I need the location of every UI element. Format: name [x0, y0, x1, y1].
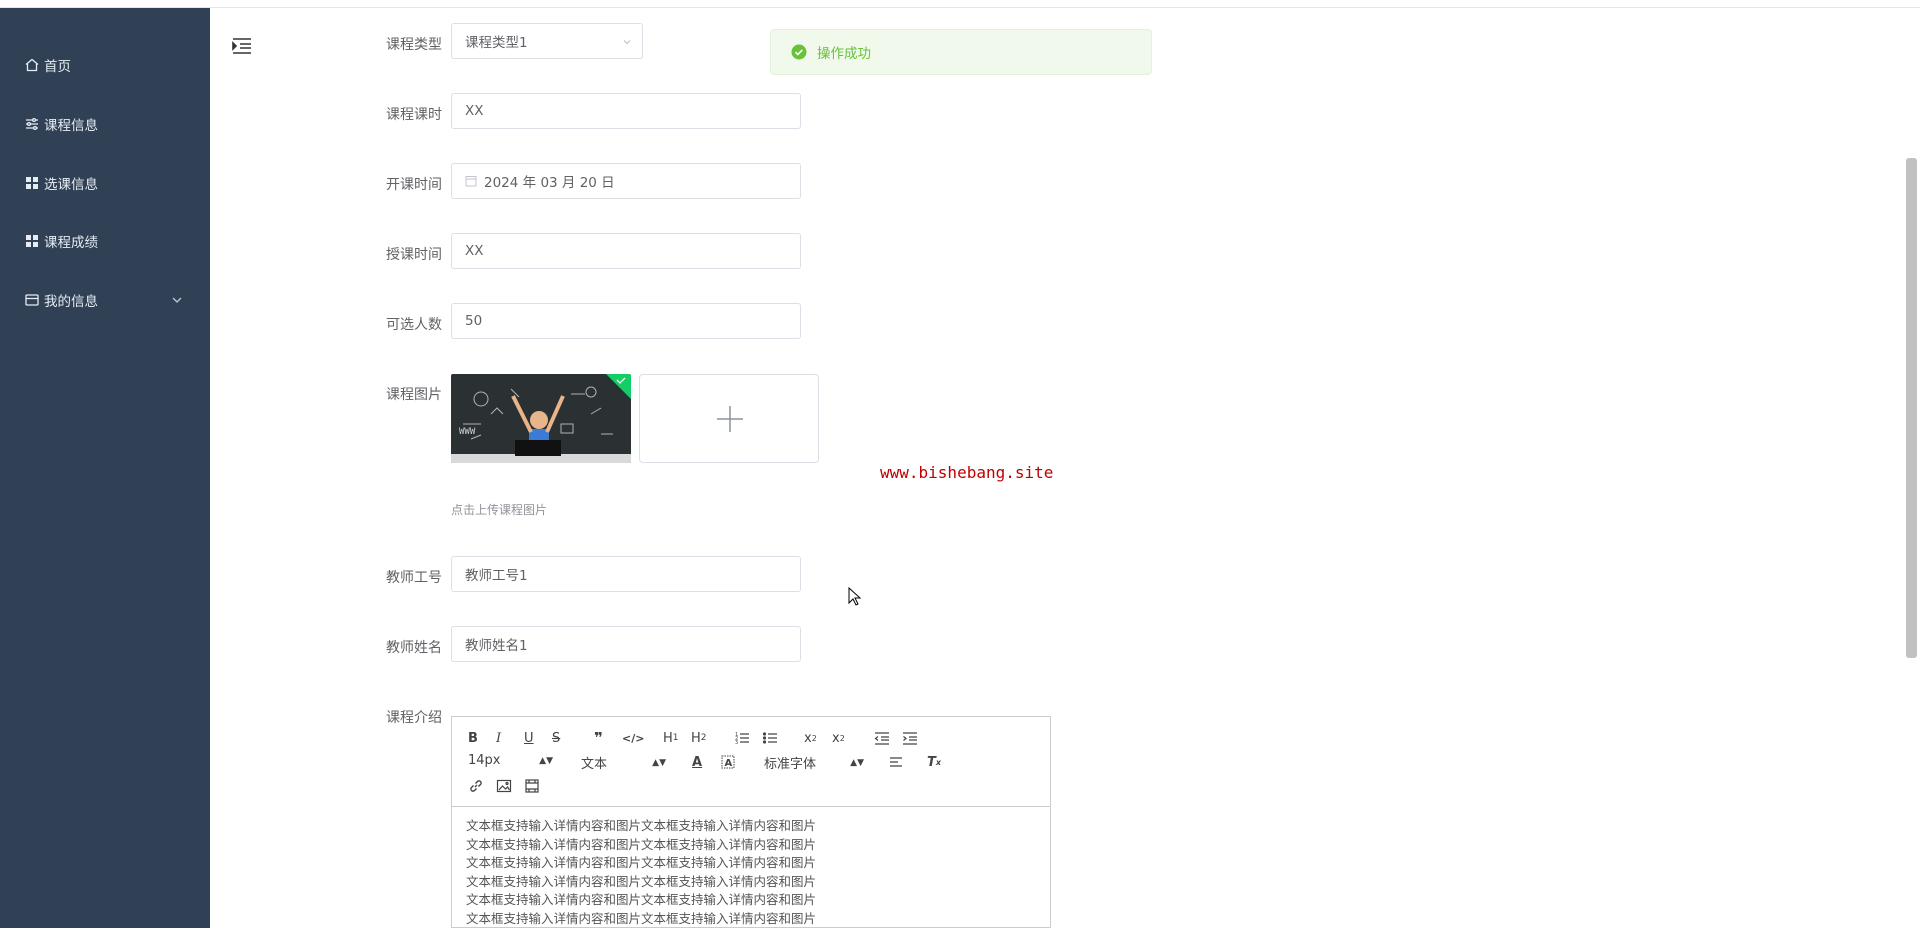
- teaching-time-input[interactable]: XX: [451, 233, 801, 269]
- plus-icon: [717, 406, 743, 432]
- grid-icon: [26, 177, 38, 189]
- sidebar-item-home[interactable]: 首页: [0, 45, 210, 85]
- course-type-select[interactable]: 课程类型1: [451, 23, 643, 59]
- outdent-icon[interactable]: [874, 729, 890, 747]
- content-line: 文本框支持输入详情内容和图片文本框支持输入详情内容和图片: [466, 836, 817, 852]
- sidebar-item-course-info[interactable]: 课程信息: [0, 104, 210, 144]
- code-block-icon[interactable]: </>: [622, 729, 644, 747]
- italic-icon[interactable]: I: [496, 729, 501, 747]
- rich-text-editor[interactable]: B I U S ❞ </> H1 H2 123 x2 x2 14px ▲▼ 文本 ▲…: [451, 716, 1051, 928]
- calendar-icon: [465, 176, 477, 187]
- toast-message: 操作成功: [817, 46, 871, 62]
- upload-tip: 点击上传课程图片: [451, 503, 548, 517]
- clear-format-icon[interactable]: Tx: [927, 753, 941, 771]
- strike-icon[interactable]: S: [552, 729, 560, 747]
- ordered-list-icon[interactable]: 123: [734, 729, 750, 747]
- capacity-input[interactable]: 50: [451, 303, 801, 339]
- course-image-thumbnail: WWW: [451, 374, 631, 463]
- bullet-list-icon[interactable]: [762, 729, 778, 747]
- font-size-select[interactable]: 14px ▲▼: [468, 753, 553, 768]
- course-hours-input[interactable]: XX: [451, 93, 801, 129]
- label-intro: 课程介绍: [386, 710, 442, 726]
- sidebar-item-label: 首页: [44, 59, 71, 75]
- wallet-icon: [25, 294, 39, 306]
- teacher-id-value: 教师工号1: [465, 568, 528, 584]
- blockquote-icon[interactable]: ❞: [594, 729, 603, 747]
- sidebar-item-selection-info[interactable]: 选课信息: [0, 163, 210, 203]
- sidebar-item-course-grades[interactable]: 课程成绩: [0, 221, 210, 261]
- check-circle-icon: [791, 44, 807, 60]
- content-line: 文本框支持输入详情内容和图片文本框支持输入详情内容和图片: [466, 873, 817, 889]
- start-date-value: 2024 年 03 月 20 日: [484, 175, 615, 191]
- mouse-cursor-icon: [848, 587, 862, 606]
- svg-text:3: 3: [735, 740, 738, 746]
- chevron-down-icon: [172, 297, 182, 303]
- label-course-image: 课程图片: [386, 387, 442, 403]
- home-icon: [25, 58, 39, 72]
- sidebar-item-label: 课程成绩: [44, 235, 98, 251]
- font-size-value: 14px: [468, 753, 501, 768]
- sidebar-item-label: 选课信息: [44, 177, 98, 193]
- content-line: 文本框支持输入详情内容和图片文本框支持输入详情内容和图片: [466, 910, 817, 926]
- sliders-icon: [26, 117, 38, 131]
- capacity-value: 50: [465, 313, 483, 329]
- content-line: 文本框支持输入详情内容和图片文本框支持输入详情内容和图片: [466, 818, 817, 833]
- label-teacher-id: 教师工号: [386, 570, 442, 586]
- font-color-icon[interactable]: A: [692, 753, 702, 771]
- superscript-icon[interactable]: x2: [832, 729, 845, 747]
- sidebar-item-my-info[interactable]: 我的信息: [0, 280, 210, 320]
- bold-icon[interactable]: B: [468, 729, 478, 747]
- teacher-name-input[interactable]: 教师姓名1: [451, 626, 801, 662]
- subscript-icon[interactable]: x2: [804, 729, 817, 747]
- success-toast: 操作成功: [770, 29, 1152, 75]
- content-line: 文本框支持输入详情内容和图片文本框支持输入详情内容和图片: [466, 892, 817, 907]
- sidebar-item-label: 课程信息: [44, 118, 98, 134]
- header-select[interactable]: 文本 ▲▼: [581, 753, 666, 772]
- course-hours-value: XX: [465, 103, 484, 119]
- grid-icon: [26, 235, 38, 247]
- sidebar: 首页 课程信息 选课信息 课程成绩 我的信息: [0, 8, 210, 928]
- image-upload-button[interactable]: [639, 374, 819, 463]
- link-icon[interactable]: [468, 777, 484, 795]
- sidebar-item-label: 我的信息: [44, 294, 98, 310]
- teacher-name-value: 教师姓名1: [465, 638, 528, 654]
- teaching-time-value: XX: [465, 243, 484, 259]
- label-capacity: 可选人数: [386, 317, 442, 333]
- start-date-picker[interactable]: 2024 年 03 月 20 日: [451, 163, 801, 199]
- font-family-value: 标准字体: [764, 757, 817, 772]
- header-1-icon[interactable]: H1: [663, 729, 679, 747]
- label-teacher-name: 教师姓名: [386, 640, 442, 656]
- label-start-date: 开课时间: [386, 177, 442, 193]
- svg-text:A: A: [725, 758, 733, 769]
- font-family-select[interactable]: 标准字体 ▲▼: [764, 753, 864, 772]
- scrollbar-thumb[interactable]: [1906, 158, 1917, 658]
- align-icon[interactable]: [888, 753, 904, 771]
- svg-text:WWW: WWW: [459, 427, 476, 437]
- header-2-icon[interactable]: H2: [691, 729, 707, 747]
- course-type-value: 课程类型1: [465, 35, 528, 51]
- label-course-type: 课程类型: [386, 37, 442, 53]
- background-color-icon[interactable]: A: [720, 753, 736, 771]
- editor-toolbar: B I U S ❞ </> H1 H2 123 x2 x2 14px ▲▼ 文本 ▲…: [452, 717, 1050, 807]
- teacher-id-input[interactable]: 教师工号1: [451, 556, 801, 592]
- image-icon[interactable]: [496, 777, 512, 795]
- watermark-text: www.bishebang.site: [880, 463, 1054, 482]
- chevron-down-icon: [623, 40, 631, 45]
- label-course-hours: 课程课时: [386, 107, 442, 123]
- content-line: 文本框支持输入详情内容和图片文本框支持输入详情内容和图片: [466, 855, 817, 870]
- underline-icon[interactable]: U: [524, 729, 534, 747]
- video-icon[interactable]: [524, 777, 540, 795]
- indent-icon[interactable]: [902, 729, 918, 747]
- top-header-bar: [0, 0, 1920, 8]
- label-teaching-time: 授课时间: [386, 247, 442, 263]
- uploaded-course-image[interactable]: WWW: [451, 374, 631, 463]
- header-value: 文本: [581, 757, 608, 772]
- editor-content[interactable]: 文本框支持输入详情内容和图片文本框支持输入详情内容和图片 文本框支持输入详情内容…: [466, 817, 1026, 928]
- menu-collapse-icon[interactable]: [230, 34, 254, 58]
